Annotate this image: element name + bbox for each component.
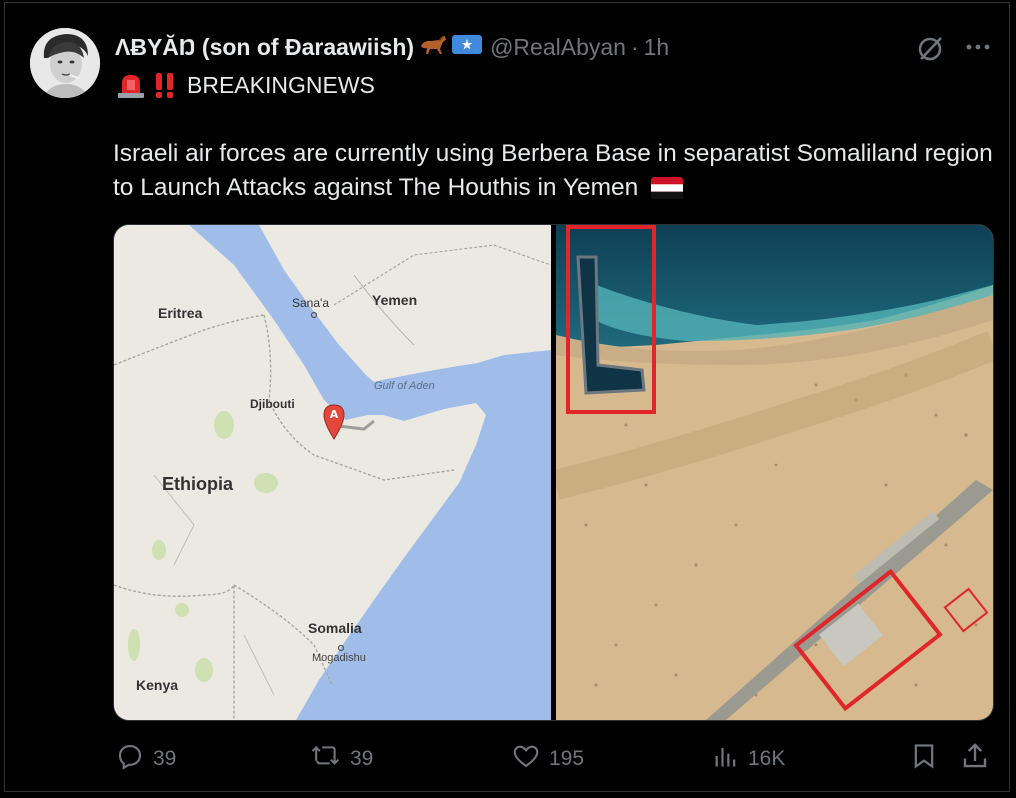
map-label-ethiopia: Ethiopia [162, 474, 234, 494]
share-icon [960, 741, 990, 777]
avatar[interactable] [30, 28, 100, 98]
like-count: 195 [549, 747, 585, 770]
bookmark-button[interactable] [910, 738, 938, 780]
map-label-somalia: Somalia [308, 620, 362, 636]
map-label-mogadishu: Mogadishu [312, 652, 366, 664]
headline-text: BREAKINGNEWS [187, 71, 375, 98]
handle[interactable]: @RealAbyan [490, 34, 626, 61]
more-options-icon[interactable] [964, 36, 992, 63]
tweet-header: ɅɃYĂŊ (son of Ɖaraawiish) @RealAbyan · 1… [115, 32, 669, 62]
reply-button[interactable]: 39 [115, 738, 176, 780]
map-label-kenya: Kenya [136, 677, 178, 693]
like-button[interactable]: 195 [511, 738, 584, 780]
map-label-eritrea: Eritrea [158, 305, 203, 321]
map-label-gulf: Gulf of Aden [374, 380, 435, 392]
map-marker-label: A [330, 408, 339, 421]
repost-button[interactable]: 39 [310, 738, 373, 780]
satellite-image[interactable] [556, 225, 993, 720]
map-label-yemen: Yemen [372, 292, 417, 308]
map-label-sanaa: Sana'a [292, 296, 329, 310]
repost-icon [310, 741, 342, 777]
breaking-line: BREAKINGNEWS [115, 70, 375, 100]
action-bar: 39 39 195 16K [0, 738, 1016, 780]
reply-icon [115, 741, 145, 777]
timestamp[interactable]: 1h [644, 34, 670, 61]
repost-count: 39 [350, 747, 374, 770]
separator-dot: · [630, 33, 639, 60]
heart-icon [511, 741, 541, 777]
tweet-body-text: Israeli air forces are currently using B… [113, 140, 993, 201]
tweet-body: Israeli air forces are currently using B… [113, 137, 993, 209]
views-count: 16K [748, 747, 786, 770]
map-image[interactable]: A Eritrea Sana'a Yemen Gulf of Aden Djib… [114, 225, 551, 720]
bookmark-icon [910, 741, 938, 777]
views-button[interactable]: 16K [712, 738, 785, 780]
grok-icon[interactable] [915, 34, 945, 69]
display-name[interactable]: ɅɃYĂŊ (son of Ɖaraawiish) [115, 34, 414, 61]
reply-count: 39 [153, 747, 177, 770]
double-exclamation-icon [151, 71, 179, 99]
yemen-flag-icon [651, 175, 684, 209]
siren-emoji-icon [115, 71, 147, 99]
horse-emoji-icon [418, 32, 448, 62]
media-container[interactable]: A Eritrea Sana'a Yemen Gulf of Aden Djib… [113, 224, 994, 721]
somalia-flag-icon [452, 33, 483, 61]
views-icon [712, 741, 740, 777]
map-label-djibouti: Djibouti [250, 397, 295, 411]
share-button[interactable] [960, 738, 990, 780]
